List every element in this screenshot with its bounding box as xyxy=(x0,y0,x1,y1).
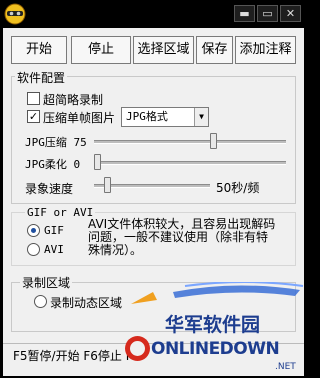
record-speed-slider[interactable] xyxy=(104,177,111,193)
record-speed-track xyxy=(94,184,210,188)
save-button[interactable]: 保存 xyxy=(196,36,233,64)
close-button[interactable]: ✕ xyxy=(280,5,301,22)
jpg-compress-label: JPG压缩 75 xyxy=(25,136,87,149)
add-note-button[interactable]: 添加注释 xyxy=(235,36,296,64)
jpg-compress-slider[interactable] xyxy=(210,133,217,149)
record-dynamic-label: 录制动态区域 xyxy=(50,296,123,310)
jpg-compress-track xyxy=(94,140,286,144)
start-button[interactable]: 开始 xyxy=(11,36,67,64)
gif-avi-title: GIF or AVI xyxy=(25,206,96,219)
super-simple-label: 超简略录制 xyxy=(43,93,104,107)
gif-radio[interactable] xyxy=(27,224,40,237)
maximize-button[interactable]: ▭ xyxy=(257,5,278,22)
select-region-button[interactable]: 选择区域 xyxy=(133,36,194,64)
jpg-soften-track xyxy=(94,161,286,165)
record-dynamic-radio[interactable] xyxy=(34,295,47,308)
watermark-logo: 华军软件园 ONLINEDOWN .NET xyxy=(125,281,307,375)
stop-button[interactable]: 停止 xyxy=(71,36,131,64)
title-bar: ▬ ▭ ✕ xyxy=(0,0,307,28)
compress-single-checkbox[interactable]: ✓ xyxy=(27,110,40,123)
avi-radio[interactable] xyxy=(27,243,40,256)
watermark-en: ONLINEDOWN xyxy=(151,339,280,359)
app-logo-icon xyxy=(4,3,26,25)
software-config-title: 软件配置 xyxy=(15,69,68,86)
compress-single-label: 压缩单帧图片 xyxy=(43,111,116,125)
format-select[interactable]: JPG格式 ▼ xyxy=(121,107,209,127)
super-simple-checkbox[interactable] xyxy=(27,92,40,105)
gif-label: GIF xyxy=(44,224,64,237)
avi-label: AVI xyxy=(44,243,64,256)
watermark-o-icon xyxy=(125,336,150,361)
avi-warning-note: AVI文件体积较大，且容易出现解码问题，一般不建议使用（除非有特殊情况）。 xyxy=(88,217,276,257)
record-region-title: 录制区域 xyxy=(20,274,73,291)
record-speed-value: 50秒/频 xyxy=(216,181,260,195)
chevron-down-icon[interactable]: ▼ xyxy=(194,108,208,126)
jpg-soften-label: JPG柔化 0 xyxy=(25,158,81,171)
status-text: F5暂停/开始 F6停止 F xyxy=(13,349,133,363)
minimize-button[interactable]: ▬ xyxy=(234,5,255,22)
watermark-suffix: .NET xyxy=(275,362,296,372)
record-speed-label: 录象速度 xyxy=(25,182,74,196)
jpg-soften-slider[interactable] xyxy=(94,154,101,170)
format-select-value: JPG格式 xyxy=(126,110,168,123)
app-window: ▬ ▭ ✕ 开始 停止 选择区域 保存 添加注释 软件配置 超简略录制 ✓ 压缩… xyxy=(0,0,307,376)
watermark-cn: 华军软件园 xyxy=(165,314,261,336)
